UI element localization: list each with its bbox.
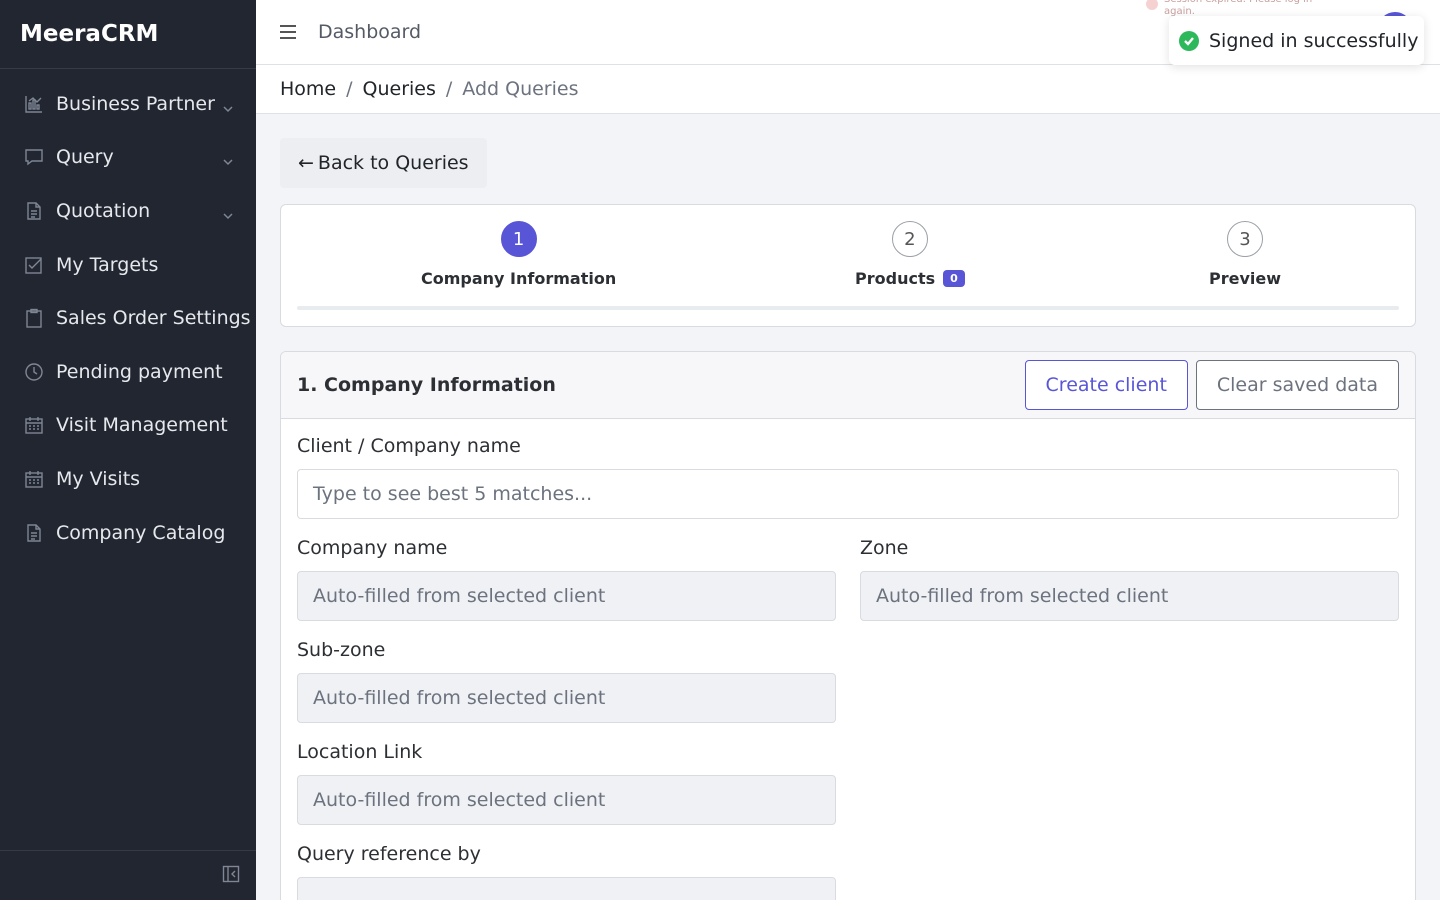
client-field-group: Client / Company name Type to see best 5… xyxy=(297,435,1399,519)
sidebar-item-label: Query xyxy=(56,146,114,169)
sidebar: MeeraCRM Business Partner Query Quotatio… xyxy=(0,0,256,900)
location-link-label: Location Link xyxy=(297,741,423,763)
chevron-down-icon xyxy=(222,98,234,112)
step-label-text: Products xyxy=(855,269,936,288)
chevron-down-icon xyxy=(222,151,234,166)
sidebar-item-label: Pending payment xyxy=(56,360,223,383)
step-number: 2 xyxy=(891,221,928,257)
breadcrumb-current: Add Queries xyxy=(462,78,579,100)
toast-message: Signed in successfully xyxy=(1209,29,1419,52)
card-title: 1. Company Information xyxy=(297,374,556,396)
clear-saved-data-button[interactable]: Clear saved data xyxy=(1195,360,1399,410)
step-label: Company Information xyxy=(421,269,616,288)
form-row: Location Link Auto-filled from selected … xyxy=(297,741,1399,843)
form-row: Query reference by xyxy=(297,843,1399,900)
step-label: Preview xyxy=(1209,269,1281,288)
company-name-field: Auto-filled from selected client xyxy=(297,571,836,621)
chart-icon xyxy=(24,94,44,114)
clipboard-icon xyxy=(24,308,44,328)
sidebar-item-query[interactable]: Query xyxy=(0,131,256,185)
company-information-card: 1. Company Information Create client Cle… xyxy=(280,351,1416,900)
sidebar-item-sales-order-settings[interactable]: Sales Order Settings xyxy=(0,291,256,345)
sidebar-item-my-targets[interactable]: My Targets xyxy=(0,238,256,292)
step-progress-bar xyxy=(297,306,1399,310)
success-toast[interactable]: Signed in successfully xyxy=(1169,16,1424,65)
step-number: 1 xyxy=(500,221,537,257)
sidebar-item-label: Business Partner xyxy=(56,92,215,115)
zone-field: Auto-filled from selected client xyxy=(860,571,1399,621)
arrow-left-icon: ← xyxy=(298,152,314,174)
form-row: Company name Auto-filled from selected c… xyxy=(297,537,1399,639)
sidebar-item-label: Visit Management xyxy=(56,414,228,437)
sidebar-item-pending-payment[interactable]: Pending payment xyxy=(0,345,256,399)
sidebar-item-company-catalog[interactable]: Company Catalog xyxy=(0,506,256,560)
document-icon xyxy=(24,523,44,543)
query-reference-field[interactable] xyxy=(297,877,836,900)
sidebar-nav: Business Partner Query Quotation My Targ… xyxy=(0,69,256,559)
query-reference-label: Query reference by xyxy=(297,843,481,865)
header-title[interactable]: Dashboard xyxy=(318,21,421,43)
sidebar-item-label: My Visits xyxy=(56,467,141,490)
form-row: Sub-zone Auto-filled from selected clien… xyxy=(297,639,1399,741)
card-header: 1. Company Information Create client Cle… xyxy=(281,352,1415,419)
subzone-field: Auto-filled from selected client xyxy=(297,673,836,723)
stepper: 1 Company Information 2 Products 0 3 Pre… xyxy=(280,204,1416,327)
document-icon xyxy=(24,201,44,221)
create-client-button[interactable]: Create client xyxy=(1024,360,1188,410)
chevron-down-icon xyxy=(222,205,234,220)
card-body: Client / Company name Type to see best 5… xyxy=(281,419,1415,900)
sidebar-item-quotation[interactable]: Quotation xyxy=(0,184,256,238)
chat-icon xyxy=(24,147,44,167)
client-label: Client / Company name xyxy=(297,435,521,457)
calendar-icon xyxy=(24,415,44,435)
location-link-group: Location Link Auto-filled from selected … xyxy=(297,741,836,825)
subzone-group: Sub-zone Auto-filled from selected clien… xyxy=(297,639,836,723)
checkbox-icon xyxy=(24,255,44,275)
sidebar-item-label: My Targets xyxy=(56,253,159,276)
breadcrumb-home[interactable]: Home xyxy=(280,78,336,100)
clock-icon xyxy=(24,362,44,382)
sidebar-item-label: Sales Order Settings xyxy=(56,307,251,330)
main-content: ← Back to Queries 1 Company Information … xyxy=(280,138,1416,900)
sidebar-item-my-visits[interactable]: My Visits xyxy=(0,452,256,506)
error-icon xyxy=(1146,0,1158,10)
sidebar-item-business-partner[interactable]: Business Partner xyxy=(0,77,256,131)
brand-logo[interactable]: MeeraCRM xyxy=(0,0,256,69)
location-link-field: Auto-filled from selected client xyxy=(297,775,836,825)
sidebar-item-label: Company Catalog xyxy=(56,521,226,544)
zone-label: Zone xyxy=(860,537,909,559)
step-label-text: Preview xyxy=(1209,269,1282,288)
sidebar-item-label: Quotation xyxy=(56,199,151,222)
sidebar-item-visit-management[interactable]: Visit Management xyxy=(0,399,256,453)
company-name-group: Company name Auto-filled from selected c… xyxy=(297,537,836,621)
collapse-sidebar-icon[interactable] xyxy=(222,865,240,887)
sidebar-footer xyxy=(0,850,256,900)
products-count-badge: 0 xyxy=(943,270,965,287)
menu-toggle-icon[interactable] xyxy=(280,25,296,39)
zone-group: Zone Auto-filled from selected client xyxy=(860,537,1399,621)
calendar-icon xyxy=(24,469,44,489)
back-button-label: Back to Queries xyxy=(317,152,469,174)
subzone-label: Sub-zone xyxy=(297,639,386,661)
breadcrumb-separator: / xyxy=(445,78,453,100)
breadcrumb-queries[interactable]: Queries xyxy=(363,78,436,100)
back-to-queries-button[interactable]: ← Back to Queries xyxy=(280,138,487,188)
check-circle-icon xyxy=(1179,30,1199,51)
breadcrumb-separator: / xyxy=(346,78,353,100)
step-products[interactable]: 2 Products 0 xyxy=(855,221,965,288)
step-company-information[interactable]: 1 Company Information xyxy=(421,221,616,288)
step-preview[interactable]: 3 Preview xyxy=(1209,221,1281,288)
query-reference-group: Query reference by xyxy=(297,843,836,900)
breadcrumb: Home / Queries / Add Queries xyxy=(256,65,1440,114)
step-label-text: Company Information xyxy=(421,269,617,288)
client-search-input[interactable]: Type to see best 5 matches... xyxy=(297,469,1399,519)
step-label: Products 0 xyxy=(855,269,965,288)
step-number: 3 xyxy=(1227,221,1263,257)
company-name-label: Company name xyxy=(297,537,448,559)
